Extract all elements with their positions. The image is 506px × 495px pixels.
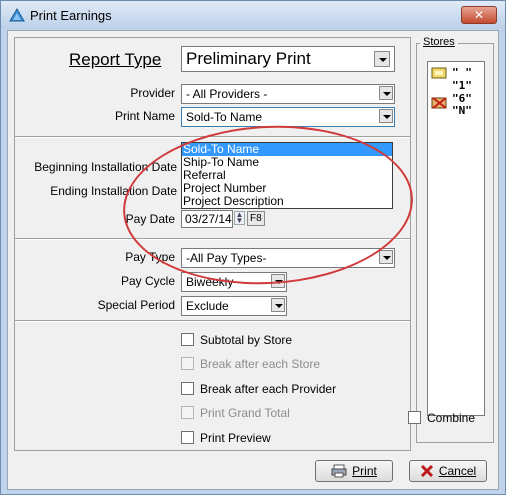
checkbox-box[interactable] [408, 411, 421, 424]
checkbox-box[interactable] [181, 431, 194, 444]
print-button[interactable]: Print [315, 460, 393, 482]
chevron-down-icon[interactable] [271, 274, 285, 288]
window-title: Print Earnings [30, 8, 112, 23]
checkbox-box[interactable] [181, 333, 194, 346]
break-after-provider-checkbox[interactable]: Break after each Provider [181, 382, 336, 396]
dropdown-option[interactable]: Project Description [182, 195, 392, 208]
app-icon [9, 8, 25, 22]
special-period-label: Special Period [97, 298, 175, 312]
provider-select[interactable]: - All Providers - [181, 84, 395, 104]
subtotal-by-store-checkbox[interactable]: Subtotal by Store [181, 333, 292, 347]
checkbox-box[interactable] [181, 357, 194, 370]
store-item[interactable]: "N" [452, 104, 472, 117]
report-type-label: Report Type [69, 50, 162, 69]
store-icon [431, 67, 447, 79]
close-icon [420, 464, 433, 478]
chevron-down-icon[interactable] [379, 109, 393, 123]
print-grand-total-checkbox[interactable]: Print Grand Total [181, 406, 290, 420]
stores-list[interactable]: " " "1" "6" "N" [427, 61, 485, 416]
print-preview-checkbox[interactable]: Print Preview [181, 431, 271, 445]
report-options-panel: Report Type Preliminary Print Provider -… [14, 37, 417, 451]
f8-calendar-button[interactable]: F8 [247, 211, 265, 226]
print-earnings-window: Print Earnings ✕ Report Type Preliminary… [0, 0, 506, 495]
pay-cycle-select[interactable]: Biweekly [181, 272, 287, 292]
ending-installation-date-label: Ending Installation Date [50, 184, 177, 198]
print-name-dropdown-list[interactable]: Sold-To Name Ship-To Name Referral Proje… [181, 142, 393, 209]
checkbox-box[interactable] [181, 382, 194, 395]
store-item[interactable]: "1" [452, 79, 472, 92]
chevron-down-icon[interactable] [374, 51, 390, 67]
chevron-down-icon[interactable] [379, 250, 393, 264]
store-excluded-icon [431, 97, 447, 109]
store-item[interactable]: " " [452, 66, 472, 79]
chevron-down-icon[interactable] [271, 298, 285, 312]
combine-checkbox[interactable]: Combine [408, 411, 475, 425]
printer-icon [331, 464, 347, 478]
special-period-select[interactable]: Exclude [181, 296, 287, 316]
report-type-select[interactable]: Preliminary Print [181, 46, 395, 72]
provider-label: Provider [130, 86, 175, 100]
pay-type-select[interactable]: -All Pay Types- [181, 248, 395, 268]
title-bar: Print Earnings ✕ [1, 1, 505, 29]
date-spinner-icon[interactable]: ▲ ▼ [234, 211, 245, 225]
print-name-select[interactable]: Sold-To Name [181, 107, 395, 127]
beginning-installation-date-label: Beginning Installation Date [34, 160, 177, 174]
stores-title: Stores [420, 36, 458, 48]
dialog-body: Report Type Preliminary Print Provider -… [7, 30, 499, 490]
pay-date-label: Pay Date [125, 212, 175, 226]
chevron-down-icon[interactable] [379, 86, 393, 100]
pay-cycle-label: Pay Cycle [120, 274, 175, 288]
break-after-store-checkbox[interactable]: Break after each Store [181, 357, 320, 371]
pay-type-label: Pay Type [125, 250, 175, 264]
pay-date-field[interactable]: 03/27/14 [181, 210, 233, 228]
cancel-button[interactable]: Cancel [409, 460, 487, 482]
close-button[interactable]: ✕ [461, 6, 497, 24]
print-name-label: Print Name [114, 109, 175, 123]
checkbox-box[interactable] [181, 406, 194, 419]
